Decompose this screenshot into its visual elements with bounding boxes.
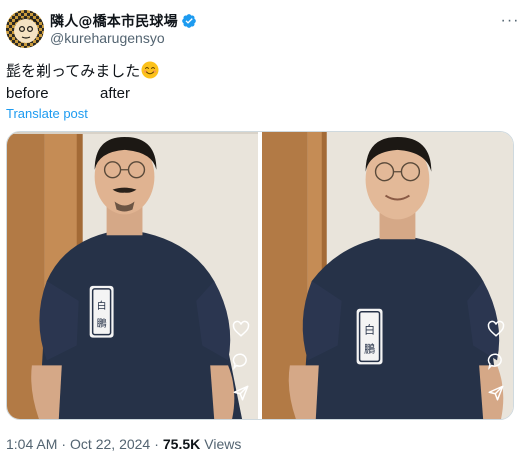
more-icon: ···: [500, 12, 520, 29]
translate-post-link[interactable]: Translate post: [6, 106, 88, 121]
handle[interactable]: @kureharugensyo: [50, 30, 165, 46]
svg-text:鵬: 鵬: [97, 317, 107, 330]
svg-text:白: 白: [97, 299, 107, 312]
post-date[interactable]: Oct 22, 2024: [70, 436, 150, 452]
meta-separator: ·: [154, 436, 159, 452]
tweet-word-after: after: [100, 85, 131, 102]
photo-after: 白 鵬: [262, 132, 513, 419]
verified-badge-icon: [181, 13, 197, 29]
name-row: 隣人@橋本市民球場: [50, 11, 197, 31]
tweet-word-before: before: [6, 85, 49, 102]
svg-text:白: 白: [364, 323, 375, 337]
svg-text:鵬: 鵬: [364, 341, 375, 355]
more-options-button[interactable]: ···: [499, 10, 521, 32]
avatar[interactable]: [6, 10, 44, 48]
like-icon[interactable]: [486, 319, 506, 339]
media-after-actions: [486, 319, 506, 403]
tweet-line-1: 髭を剃ってみました: [6, 61, 506, 82]
meta-separator: ·: [61, 436, 67, 452]
like-icon[interactable]: [231, 319, 251, 339]
tweet-text: 髭を剃ってみました before after: [6, 61, 506, 104]
reply-icon[interactable]: [231, 351, 251, 371]
tweet-line-1-text: 髭を剃ってみました: [6, 62, 141, 80]
media-before[interactable]: 白 鵬: [7, 132, 258, 419]
media-before-actions: [231, 319, 251, 403]
photo-before: 白 鵬: [7, 132, 258, 419]
tweet-header: 隣人@橋本市民球場 @kureharugensyo ···: [6, 8, 525, 50]
tweet-line-2: before after: [6, 83, 506, 104]
media-after[interactable]: 白 鵬: [262, 132, 513, 419]
share-icon[interactable]: [231, 383, 251, 403]
share-icon[interactable]: [486, 383, 506, 403]
tweet-meta: 1:04 AM · Oct 22, 2024 · 75.5K Views: [6, 436, 241, 452]
smiling-face-emoji-icon: [141, 61, 159, 79]
reply-icon[interactable]: [486, 351, 506, 371]
views-count: 75.5K: [162, 436, 201, 452]
display-name[interactable]: 隣人@橋本市民球場: [50, 11, 178, 31]
views-label: Views: [204, 436, 242, 452]
post-time[interactable]: 1:04 AM: [6, 436, 57, 452]
media-grid: 白 鵬 白 鵬: [6, 131, 514, 420]
